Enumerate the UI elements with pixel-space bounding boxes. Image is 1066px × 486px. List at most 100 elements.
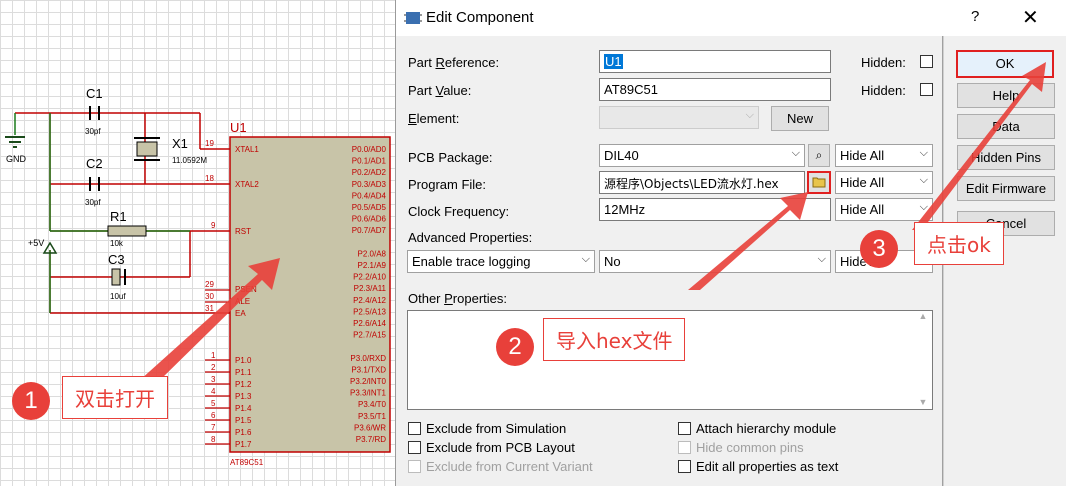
exclude-simulation-label: Exclude from Simulation — [426, 421, 567, 436]
pin-number: 30 — [205, 292, 214, 301]
c2-label: C2 — [86, 156, 103, 171]
pin-label: P1.2 — [235, 380, 252, 389]
hide-common-pins-checkbox[interactable] — [678, 441, 691, 454]
pin-number: 3 — [211, 375, 216, 384]
hidden-value-checkbox[interactable] — [920, 83, 933, 96]
help-title-button[interactable]: ? — [971, 8, 979, 25]
pin-number: 2 — [211, 363, 216, 372]
scroll-up-icon[interactable]: ▲ — [914, 311, 932, 321]
attach-hierarchy-checkbox[interactable] — [678, 422, 691, 435]
pcb-package-label: PCB Package: — [408, 150, 493, 165]
pin-number: 4 — [211, 387, 216, 396]
other-properties-label: Other Properties: — [408, 291, 507, 306]
pin-label: P0.3/AD3 — [352, 180, 387, 189]
pin-label: XTAL1 — [235, 145, 259, 154]
element-select[interactable]: ⌵ — [599, 106, 759, 129]
hidden-pins-button[interactable]: Hidden Pins — [957, 145, 1055, 170]
advanced-property-select[interactable]: Enable trace logging ⌵ — [407, 250, 595, 273]
u1-label: U1 — [230, 120, 247, 135]
pin-label: P2.3/A11 — [354, 284, 387, 293]
ok-button[interactable]: OK — [956, 50, 1054, 78]
pin-label: P2.6/A14 — [353, 319, 386, 328]
pcb-package-visibility-select[interactable]: Hide All ⌵ — [835, 144, 933, 167]
pin-label: RST — [235, 227, 251, 236]
program-file-label: Program File: — [408, 177, 487, 192]
edit-all-text-checkbox[interactable] — [678, 460, 691, 473]
folder-icon[interactable] — [807, 171, 831, 194]
title-bar: Edit Component ? ✕ — [396, 0, 1066, 36]
pin-label: P3.1/TXD — [351, 365, 386, 374]
pin-number: 8 — [211, 435, 216, 444]
program-file-input[interactable]: 源程序\Objects\LED流水灯.hex — [599, 171, 805, 194]
advanced-value-select[interactable]: No ⌵ — [599, 250, 831, 273]
pin-label: P1.5 — [235, 416, 252, 425]
pin-label: P1.7 — [235, 440, 252, 449]
pin-label: P3.6/WR — [354, 423, 386, 432]
pin-label: P0.0/AD0 — [352, 145, 387, 154]
advanced-properties-label: Advanced Properties: — [408, 230, 533, 245]
c1-label: C1 — [86, 86, 103, 101]
pin-label: P0.6/AD6 — [352, 215, 387, 224]
exclude-pcb-label: Exclude from PCB Layout — [426, 440, 575, 455]
step-2-callout: 导入hex文件 — [543, 318, 686, 361]
pin-number: 6 — [211, 411, 216, 420]
pin-number: 5 — [211, 399, 216, 408]
scrollbar[interactable]: ▲ ▼ — [914, 311, 932, 409]
c2-value: 30pf — [85, 198, 101, 207]
clock-frequency-visibility-select[interactable]: Hide All ⌵ — [835, 198, 933, 221]
pin-label: P0.2/AD2 — [352, 168, 387, 177]
pin-label: P1.6 — [235, 428, 252, 437]
pin-label: P2.0/A8 — [358, 249, 387, 258]
hide-common-pins-label: Hide common pins — [696, 440, 804, 455]
pin-label: P0.7/AD7 — [352, 226, 387, 235]
close-icon[interactable]: ✕ — [1022, 5, 1039, 30]
pcb-package-select[interactable]: DIL40 ⌵ — [599, 144, 805, 167]
exclude-variant-checkbox[interactable] — [408, 460, 421, 473]
help-button[interactable]: Help — [957, 83, 1055, 108]
c3-label: C3 — [108, 252, 125, 267]
pin-number: 31 — [205, 304, 214, 313]
c3-value: 10uf — [110, 292, 126, 301]
step-1-callout: 双击打开 — [62, 376, 168, 419]
pin-label: XTAL2 — [235, 180, 259, 189]
pin-number: 18 — [205, 174, 214, 183]
edit-firmware-button[interactable]: Edit Firmware — [957, 176, 1055, 201]
pin-label: P3.0/RXD — [350, 354, 386, 363]
pin-label: P1.1 — [235, 368, 252, 377]
pin-number: 1 — [211, 351, 216, 360]
pin-number: 7 — [211, 423, 216, 432]
c1-value: 30pf — [85, 127, 101, 136]
hidden-label: Hidden: — [861, 83, 906, 98]
pin-label: P1.0 — [235, 356, 252, 365]
pin-number: 29 — [205, 280, 214, 289]
step-2-badge: 2 — [496, 328, 534, 366]
chip-name: AT89C51 — [230, 458, 264, 467]
pin-label: P3.4/T0 — [358, 400, 387, 409]
exclude-simulation-checkbox[interactable] — [408, 422, 421, 435]
part-reference-input[interactable]: U1 — [599, 50, 831, 73]
new-element-button[interactable]: New — [771, 106, 829, 131]
part-value-input[interactable]: AT89C51 — [599, 78, 831, 101]
step-3-callout: 点击ok — [914, 222, 1004, 265]
data-button[interactable]: Data — [957, 114, 1055, 139]
pin-number: 19 — [205, 139, 214, 148]
pin-label: P3.3/INT1 — [350, 389, 387, 398]
pin-label: P2.7/A15 — [353, 331, 386, 340]
scroll-down-icon[interactable]: ▼ — [914, 397, 932, 407]
edit-all-text-label: Edit all properties as text — [696, 459, 839, 474]
clock-frequency-input[interactable]: 12MHz — [599, 198, 831, 221]
exclude-pcb-checkbox[interactable] — [408, 441, 421, 454]
program-file-visibility-select[interactable]: Hide All ⌵ — [835, 171, 933, 194]
pin-label: P2.4/A12 — [353, 296, 386, 305]
binoculars-icon[interactable]: ⌕ — [808, 144, 830, 167]
pin-label: P2.1/A9 — [358, 261, 387, 270]
x1-label: X1 — [172, 136, 188, 151]
hidden-reference-checkbox[interactable] — [920, 55, 933, 68]
pin-label: ALE — [235, 297, 250, 306]
dialog-title: Edit Component — [426, 9, 534, 26]
pin-label: P1.3 — [235, 392, 252, 401]
pin-number: 9 — [211, 221, 216, 230]
schematic-canvas[interactable]: GND +5V C1 30pf C2 30pf X1 11.0592M R1 1… — [0, 0, 400, 486]
pin-label: P3.7/RD — [356, 435, 386, 444]
part-reference-label: Part Reference: — [408, 55, 500, 70]
